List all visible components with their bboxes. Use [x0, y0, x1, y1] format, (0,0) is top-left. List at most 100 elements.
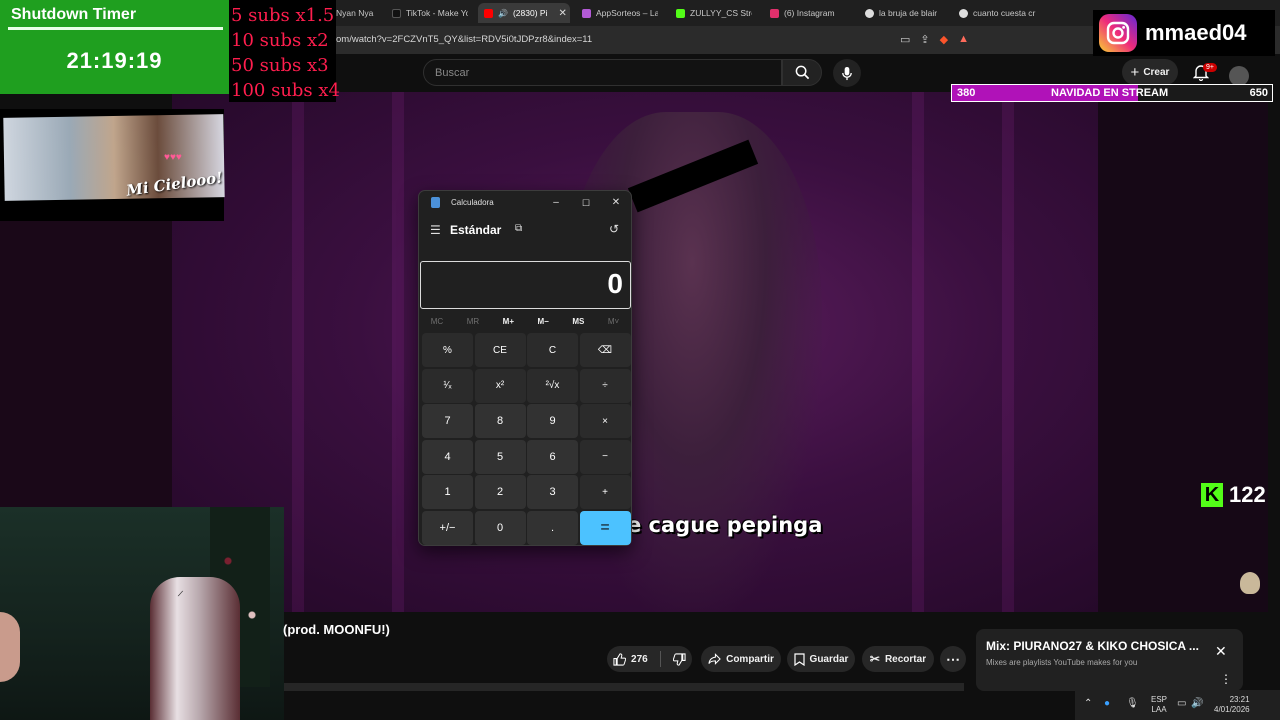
digit-2-key[interactable]: 2	[474, 475, 526, 509]
memory-store-button[interactable]: MS	[572, 317, 584, 326]
shutdown-timer-overlay: Shutdown Timer 21:19:19	[0, 0, 229, 94]
tray-app-icon[interactable]: ●	[1104, 698, 1110, 709]
kick-count: 122	[1229, 482, 1266, 507]
url-text[interactable]: om/watch?v=2FCZVnT5_QY&list=RDV5i0tJDPzr…	[336, 34, 592, 45]
browser-tab-active[interactable]: 🔊 (2830) Pi ✕	[478, 3, 570, 23]
clip-button[interactable]: ✂ Recortar	[862, 646, 934, 672]
browser-tab-2[interactable]: TikTok - Make Yo	[392, 3, 468, 23]
account-avatar[interactable]	[1229, 66, 1249, 86]
memory-add-button[interactable]: M+	[503, 317, 514, 326]
digit-3-key[interactable]: 3	[527, 475, 578, 509]
hamburger-menu-icon[interactable]: ☰	[430, 223, 441, 237]
clear-entry-key[interactable]: CE	[474, 333, 526, 367]
notifications-badge: 9+	[1203, 63, 1217, 72]
more-actions-button[interactable]: ⋯	[940, 646, 966, 672]
digit-7-key[interactable]: 7	[422, 404, 473, 438]
browser-tab-7[interactable]: la bruja de blair	[865, 3, 941, 23]
maximize-button[interactable]: ☐	[578, 195, 594, 211]
percent-key[interactable]: %	[422, 333, 473, 367]
browser-tab-5[interactable]: ZULLYY_CS Strea	[676, 3, 752, 23]
thumbs-up-icon	[613, 652, 627, 666]
browser-tab-6[interactable]: (6) Instagram	[770, 3, 846, 23]
mascot-sticker	[1240, 572, 1260, 594]
search-input[interactable]: Buscar	[423, 59, 782, 86]
tab-label: (2830) Pi	[512, 8, 548, 18]
multiply-key[interactable]: ×	[579, 404, 631, 438]
more-vert-icon[interactable]: ⋮	[1220, 672, 1232, 686]
video-side-left	[0, 200, 172, 507]
digit-8-key[interactable]: 8	[474, 404, 526, 438]
divide-key[interactable]: ÷	[579, 368, 631, 403]
memory-list-button[interactable]: M˅	[608, 317, 619, 326]
digit-0-key[interactable]: 0	[474, 510, 526, 545]
language-indicator[interactable]: ESP LAA	[1151, 695, 1167, 715]
share-button[interactable]: Compartir	[701, 646, 781, 672]
equals-key[interactable]: =	[579, 510, 631, 545]
calculator-window[interactable]: Calculadora – ☐ ✕ ☰ Estándar ⧉ ↺ 0 MC MR…	[418, 190, 632, 546]
backspace-key[interactable]: ⌫	[579, 333, 631, 367]
youtube-icon	[484, 8, 493, 18]
curtain-fold	[1002, 92, 1014, 612]
memory-recall-button[interactable]: MR	[467, 317, 479, 326]
add-key[interactable]: +	[579, 475, 631, 509]
microphone-icon[interactable]: 🎙	[1126, 698, 1139, 709]
system-tray: ⌃ ● 🎙 ESP LAA ▭ 🔊 23:21 4/01/2026	[1075, 690, 1280, 720]
negate-key[interactable]: +/−	[422, 510, 473, 545]
mix-title[interactable]: Mix: PIURANO27 & KIKO CHOSICA ...	[986, 639, 1199, 653]
calculator-display: 0	[420, 261, 631, 309]
goal-target: 650	[1249, 87, 1268, 99]
chevron-up-icon[interactable]: ⌃	[1084, 698, 1092, 709]
digit-4-key[interactable]: 4	[422, 439, 473, 474]
google-icon	[959, 8, 968, 18]
memory-clear-button[interactable]: MC	[431, 317, 443, 326]
memory-row: MC MR M+ M− MS M˅	[419, 312, 631, 330]
create-label: Crear	[1143, 66, 1170, 78]
browser-tab-4[interactable]: AppSorteos – La	[582, 3, 658, 23]
kick-icon: K	[1201, 483, 1223, 507]
close-icon[interactable]: ✕	[1215, 643, 1227, 660]
display-value: 0	[607, 268, 623, 299]
search-button[interactable]	[782, 59, 822, 86]
minimize-button[interactable]: –	[548, 195, 564, 211]
digit-9-key[interactable]: 9	[527, 404, 578, 438]
calculator-titlebar[interactable]: Calculadora – ☐ ✕	[419, 191, 631, 215]
memory-subtract-button[interactable]: M−	[538, 317, 549, 326]
language-code: ESP	[1151, 695, 1168, 704]
subs-rule: 10 subs x2	[231, 30, 329, 51]
like-button[interactable]: 276	[613, 652, 648, 666]
cast-icon[interactable]: ▭	[900, 33, 910, 46]
keep-on-top-icon[interactable]: ⧉	[515, 223, 522, 234]
subtract-key[interactable]: −	[579, 439, 631, 474]
square-key[interactable]: x²	[474, 368, 526, 403]
search-placeholder: Buscar	[435, 67, 470, 79]
digit-1-key[interactable]: 1	[422, 475, 473, 509]
history-icon[interactable]: ↺	[609, 222, 619, 236]
tab-close-icon[interactable]: ✕	[558, 8, 566, 19]
network-icon[interactable]: ▭	[1177, 698, 1186, 709]
thumbs-down-icon[interactable]	[672, 652, 686, 666]
decimal-key[interactable]: .	[527, 510, 578, 545]
goal-current: 380	[957, 87, 976, 99]
close-button[interactable]: ✕	[608, 195, 624, 211]
volume-icon[interactable]: 🔊	[1191, 698, 1203, 709]
reciprocal-key[interactable]: ¹⁄ₓ	[422, 368, 473, 403]
digit-6-key[interactable]: 6	[527, 439, 578, 474]
appsorteos-icon	[582, 8, 591, 18]
browser-tab-8[interactable]: cuanto cuesta cr	[959, 3, 1039, 23]
digit-5-key[interactable]: 5	[474, 439, 526, 474]
mix-playlist-card[interactable]: Mix: PIURANO27 & KIKO CHOSICA ... Mixes …	[976, 629, 1243, 691]
rewards-icon[interactable]: ▲	[958, 33, 969, 46]
language-layout: LAA	[1151, 705, 1167, 714]
keypad: % CE C ⌫ ¹⁄ₓ x² ²√x ÷ 7 8 9 × 4 5 6 − 1 …	[422, 333, 631, 545]
clear-key[interactable]: C	[527, 333, 578, 367]
create-button[interactable]: + Crear	[1122, 59, 1178, 85]
share-icon[interactable]: ⇪	[920, 33, 929, 46]
calculator-title: Calculadora	[451, 198, 494, 207]
voice-search-button[interactable]	[833, 59, 861, 87]
tab-label: la bruja de blair	[879, 8, 938, 18]
save-button[interactable]: Guardar	[787, 646, 855, 672]
square-root-key[interactable]: ²√x	[527, 368, 578, 403]
brave-shield-icon[interactable]: ◆	[940, 33, 948, 46]
clock[interactable]: 23:21 4/01/2026	[1214, 695, 1250, 715]
timer-title: Shutdown Timer	[11, 6, 137, 23]
